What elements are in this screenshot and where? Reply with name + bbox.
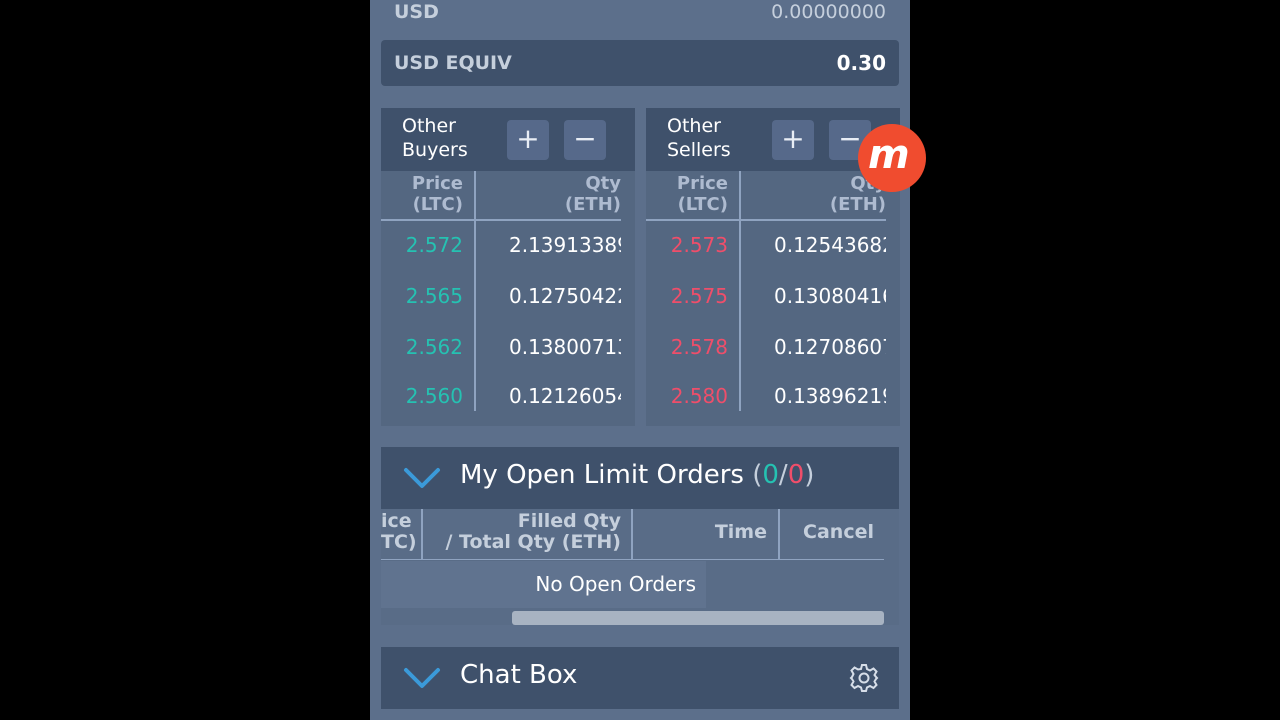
orders-column-divider — [421, 509, 423, 559]
orders-price-header-line1: ice — [381, 510, 412, 532]
sellers-row-price: 2.575 — [670, 284, 728, 308]
sellers-row-price: 2.580 — [670, 384, 728, 408]
buyers-row-price: 2.565 — [405, 284, 463, 308]
buyers-column-header: Price (LTC) Qty (ETH) — [381, 171, 621, 221]
usd-balance-row: USD 0.00000000 — [381, 0, 899, 24]
buyers-row[interactable]: 2.572 2.13913389 — [381, 220, 621, 270]
app-screen: USD 0.00000000 USD EQUIV 0.30 Other Buye… — [370, 0, 910, 720]
buyers-qty-header-line1: Qty — [585, 173, 621, 194]
orders-column-divider — [778, 509, 780, 559]
orders-column-divider — [631, 509, 633, 559]
buyers-price-header-line1: Price — [411, 173, 463, 194]
open-orders-paren-open: ( — [752, 460, 763, 490]
sellers-row[interactable]: 2.580 0.13896219 — [646, 371, 886, 421]
open-orders-title-text: My Open Limit Orders — [460, 460, 744, 490]
buyers-price-header: Price (LTC) — [381, 173, 463, 215]
chat-panel: Chat Box — [381, 647, 899, 709]
orders-filled-header-line2: / Total Qty (ETH) — [445, 531, 621, 553]
sellers-row[interactable]: 2.573 0.12543682 — [646, 220, 886, 270]
open-buy-count: 0 — [762, 460, 779, 490]
buyers-row-qty: 2.13913389 — [509, 233, 621, 257]
buyers-header: Other Buyers + − — [381, 108, 635, 171]
buyers-qty-header: Qty (ETH) — [565, 173, 621, 215]
sellers-row-qty: 0.12708607 — [774, 335, 886, 359]
buyers-title: Other Buyers — [402, 114, 468, 162]
buyers-row[interactable]: 2.560 0.12126054 — [381, 371, 621, 421]
no-orders-row: No Open Orders — [381, 561, 706, 608]
chat-title: Chat Box — [460, 660, 578, 690]
open-sell-count: 0 — [787, 460, 805, 490]
orders-price-header: ice TC) — [381, 510, 417, 559]
chat-header[interactable]: Chat Box — [381, 647, 899, 709]
chevron-down-icon[interactable] — [403, 465, 441, 491]
recorder-badge-text: m — [868, 132, 910, 178]
sellers-row[interactable]: 2.575 0.13080416 — [646, 271, 886, 321]
usd-label: USD — [394, 1, 439, 23]
open-orders-slash: / — [778, 460, 788, 490]
buyers-row-qty: 0.13800713 — [509, 335, 621, 359]
orders-filled-header-line1: Filled Qty — [517, 510, 621, 532]
open-orders-header[interactable]: My Open Limit Orders (0/0) — [381, 447, 899, 509]
buyers-price-header-line2: (LTC) — [412, 194, 463, 215]
sellers-row[interactable]: 2.578 0.12708607 — [646, 322, 886, 372]
usd-equiv-value: 0.30 — [836, 51, 886, 75]
buyers-expand-button[interactable]: + — [507, 120, 549, 160]
orders-filled-header: Filled Qty / Total Qty (ETH) — [431, 511, 621, 559]
buyers-row-qty: 0.12126054 — [509, 384, 621, 408]
sellers-qty-header-line2: (ETH) — [829, 194, 886, 215]
gear-icon[interactable] — [849, 663, 879, 693]
no-orders-text: No Open Orders — [535, 572, 696, 596]
buyers-title-line2: Buyers — [402, 139, 468, 161]
orders-cancel-header: Cancel — [803, 521, 874, 543]
buyers-row[interactable]: 2.562 0.13800713 — [381, 322, 621, 372]
open-orders-paren-close: ) — [804, 460, 815, 490]
sellers-row-price: 2.578 — [670, 335, 728, 359]
horizontal-scrollbar[interactable] — [512, 611, 884, 625]
buyers-row-qty: 0.12750422 — [509, 284, 621, 308]
usd-equiv-row: USD EQUIV 0.30 — [381, 40, 899, 86]
orders-header-underline — [381, 559, 884, 560]
screen-recorder-badge[interactable]: m — [858, 124, 926, 192]
sellers-price-header-line2: (LTC) — [677, 194, 728, 215]
open-orders-panel: My Open Limit Orders (0/0) ice TC) Fille… — [381, 447, 899, 625]
sellers-price-header-line1: Price — [676, 173, 728, 194]
sellers-column-header: Price (LTC) Qty (ETH) — [646, 171, 886, 221]
buyers-row-price: 2.572 — [405, 233, 463, 257]
usd-equiv-label: USD EQUIV — [394, 52, 512, 74]
sellers-expand-button[interactable]: + — [772, 120, 814, 160]
buyers-title-line1: Other — [402, 115, 456, 137]
buyers-collapse-button[interactable]: − — [564, 120, 606, 160]
sellers-row-qty: 0.12543682 — [774, 233, 886, 257]
open-orders-table: ice TC) Filled Qty / Total Qty (ETH) Tim… — [381, 509, 899, 625]
sellers-title: Other Sellers — [667, 114, 731, 162]
buyers-row[interactable]: 2.565 0.12750422 — [381, 271, 621, 321]
sellers-row-qty: 0.13896219 — [774, 384, 886, 408]
buyers-order-book: Other Buyers + − Price (LTC) Qty (ETH) 2… — [381, 108, 635, 426]
sellers-row-price: 2.573 — [670, 233, 728, 257]
chevron-down-icon[interactable] — [403, 665, 441, 691]
usd-value: 0.00000000 — [771, 1, 886, 23]
orders-price-header-line2: TC) — [381, 531, 417, 553]
buyers-qty-header-line2: (ETH) — [564, 194, 621, 215]
buyers-row-price: 2.562 — [405, 335, 463, 359]
sellers-row-qty: 0.13080416 — [774, 284, 886, 308]
sellers-title-line1: Other — [667, 115, 721, 137]
sellers-title-line2: Sellers — [667, 139, 731, 161]
buyers-row-price: 2.560 — [405, 384, 463, 408]
open-orders-title: My Open Limit Orders (0/0) — [460, 460, 814, 490]
sellers-price-header: Price (LTC) — [646, 173, 728, 215]
